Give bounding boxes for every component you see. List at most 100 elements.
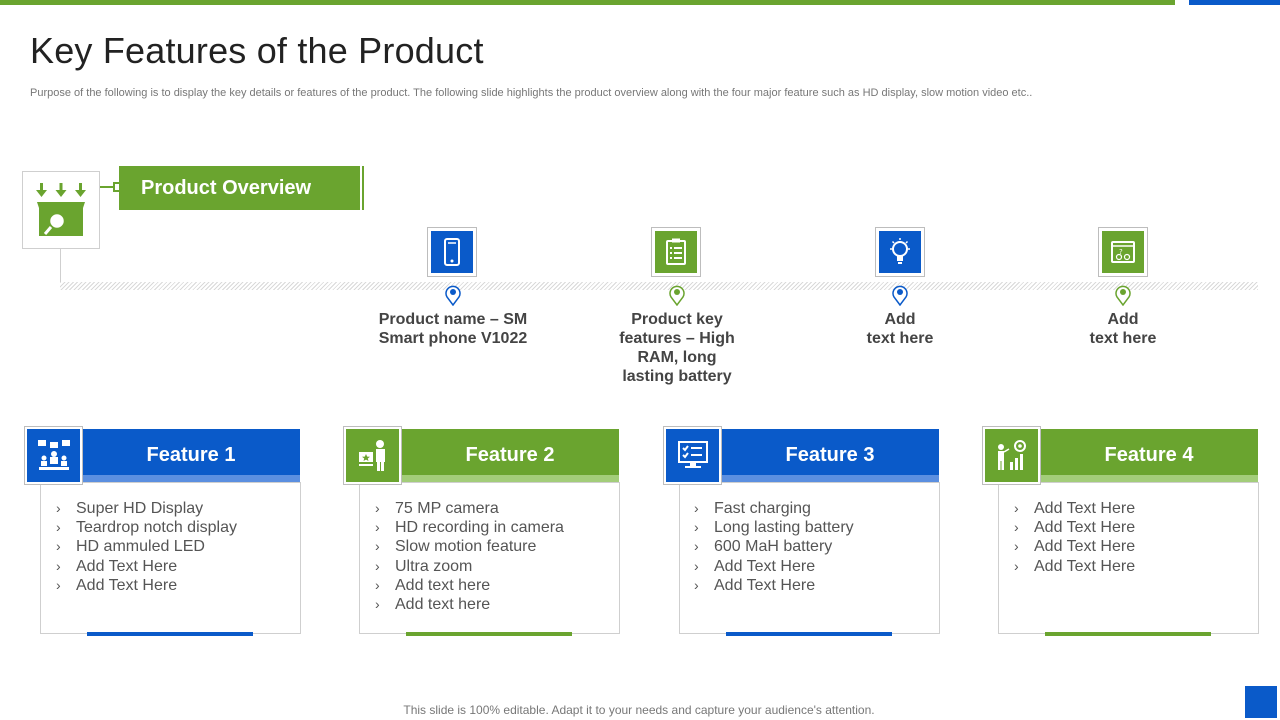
feature-title: Feature 4 xyxy=(1104,444,1194,466)
list-item: › Add Text Here xyxy=(1014,557,1136,575)
list-item-text: Ultra zoom xyxy=(395,557,473,575)
list-item: › Teardrop notch display xyxy=(56,519,237,537)
feature-card-bottom-bar xyxy=(726,632,892,636)
top-accent-bar-green xyxy=(0,0,1175,5)
banner-stripe xyxy=(357,166,360,210)
timeline-marker-blue xyxy=(892,285,908,306)
smartphone-icon xyxy=(444,238,460,266)
list-item: › Add Text Here xyxy=(56,576,178,594)
team-presentation-icon xyxy=(37,439,70,470)
timeline-node-smartphone xyxy=(427,227,477,277)
page-title: Key Features of the Product xyxy=(30,30,484,71)
list-item-text: Add Text Here xyxy=(1034,519,1136,537)
feature-title: Feature 2 xyxy=(465,444,555,466)
timeline-text-4: Add text here xyxy=(1038,310,1208,348)
list-item: › HD ammuled LED xyxy=(56,538,205,556)
timeline-text-line: Product key xyxy=(631,311,723,328)
corner-accent-square xyxy=(1245,686,1277,718)
list-item: › Add Text Here xyxy=(56,557,178,575)
lightbulb-icon xyxy=(890,238,910,264)
list-item-text: 600 MaH battery xyxy=(714,538,833,556)
list-item: › Long lasting battery xyxy=(694,519,854,537)
product-overview-banner: Product Overview xyxy=(119,166,357,210)
feature-header-strip xyxy=(401,475,619,482)
dashboard-icon: ? xyxy=(1111,241,1135,263)
feature-card-bottom-bar xyxy=(1045,632,1211,636)
list-item-text: Add Text Here xyxy=(1034,500,1136,517)
list-item-text: 75 MP camera xyxy=(395,500,499,517)
timeline-node-lightbulb xyxy=(875,227,925,277)
list-item: › Ultra zoom xyxy=(375,557,473,575)
list-item-text: Add text here xyxy=(395,596,491,614)
list-item-text: Fast charging xyxy=(714,500,811,517)
timeline-text-line: text here xyxy=(866,330,934,347)
feature-list-3: › Fast charging › Long lasting battery › 60… xyxy=(694,499,854,595)
feature-header-strip xyxy=(721,475,939,482)
list-item: › Slow motion feature xyxy=(375,538,537,556)
list-item-text: Add Text Here xyxy=(714,557,816,575)
timeline-text-line: Add xyxy=(884,311,916,328)
feature-title: Feature 1 xyxy=(146,444,236,466)
feature-title: Feature 3 xyxy=(785,444,875,466)
checklist-icon xyxy=(666,238,686,265)
list-item: › Add text here xyxy=(375,596,491,614)
list-item: › Super HD Display xyxy=(56,500,204,517)
list-item: › Add Text Here xyxy=(1014,538,1136,556)
feature-card-bottom-bar xyxy=(87,632,253,636)
feature-icon-box-4 xyxy=(982,426,1041,485)
overview-vertical-line xyxy=(60,249,61,285)
feature-icon-box-3 xyxy=(663,426,722,485)
list-item: › Add Text Here xyxy=(1014,500,1136,517)
feature-icon-box-1 xyxy=(24,426,83,485)
list-item-text: HD ammuled LED xyxy=(76,538,205,556)
banner-stripe xyxy=(362,166,364,210)
timeline-node-dashboard: ? xyxy=(1098,227,1148,277)
presenter-board-icon xyxy=(358,439,385,471)
list-item-text: HD recording in camera xyxy=(395,519,564,537)
list-item: › HD recording in camera xyxy=(375,519,564,537)
timeline-text-line: text here xyxy=(1089,330,1157,347)
box-download-search-icon xyxy=(36,183,86,236)
list-item-text: Long lasting battery xyxy=(714,519,854,537)
footer-note: This slide is 100% editable. Adapt it to… xyxy=(403,703,875,717)
timeline-text-line: Smart phone V1022 xyxy=(378,330,528,347)
timeline-text-line: Add xyxy=(1107,311,1139,328)
list-item: › 600 MaH battery xyxy=(694,538,833,556)
list-item-text: Add text here xyxy=(395,576,491,594)
list-item: › Add text here xyxy=(375,576,491,594)
monitor-checklist-icon xyxy=(677,440,708,468)
page-subtitle: Purpose of the following is to display t… xyxy=(30,87,1033,99)
timeline-bar xyxy=(60,282,1258,290)
list-item: › Add Text Here xyxy=(1014,519,1136,537)
top-accent-bar-blue xyxy=(1189,0,1280,5)
list-item-text: Teardrop notch display xyxy=(76,519,237,537)
list-item-text: Add Text Here xyxy=(76,557,178,575)
timeline-text-1: Product name – SM Smart phone V1022 xyxy=(368,310,538,348)
product-overview-icon-box xyxy=(22,171,100,249)
timeline-marker-green xyxy=(1115,285,1131,306)
list-item-text: Super HD Display xyxy=(76,500,204,517)
feature-card-bottom-bar xyxy=(406,632,572,636)
timeline-marker-green xyxy=(669,285,685,306)
feature-list-4: › Add Text Here › Add Text Here › Add Text … xyxy=(1014,499,1135,576)
list-item: › Fast charging xyxy=(694,500,811,517)
timeline-text-2: Product key features – High RAM, long la… xyxy=(592,310,762,386)
overview-connector-line xyxy=(100,186,114,188)
feature-header-strip xyxy=(82,475,300,482)
timeline-node-checklist xyxy=(651,227,701,277)
feature-header-strip xyxy=(1040,475,1258,482)
list-item: › 75 MP camera xyxy=(375,500,499,517)
list-item-text: Add Text Here xyxy=(1034,538,1136,556)
list-item: › Add Text Here xyxy=(694,576,816,594)
timeline-text-line: Product name – SM xyxy=(378,311,528,328)
timeline-text-line: lasting battery xyxy=(622,368,732,385)
list-item-text: Add Text Here xyxy=(1034,557,1136,575)
list-item: › Add Text Here xyxy=(694,557,816,575)
timeline-text-line: features – High xyxy=(619,330,735,347)
list-item-text: Add Text Here xyxy=(714,576,816,594)
feature-list-1: › Super HD Display › Teardrop notch displa… xyxy=(56,499,237,595)
growth-target-icon xyxy=(997,439,1026,470)
timeline-text-3: Add text here xyxy=(815,310,985,348)
list-item-text: Slow motion feature xyxy=(395,538,537,556)
feature-icon-box-2 xyxy=(343,426,402,485)
